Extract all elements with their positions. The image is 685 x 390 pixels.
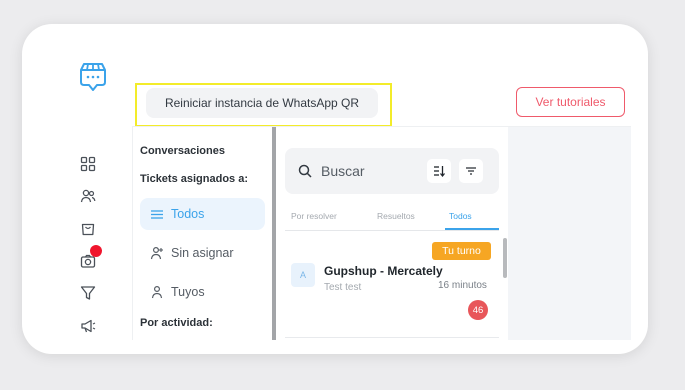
mercately-logo-icon[interactable] <box>78 62 108 92</box>
nav-item-sin-asignar[interactable]: Sin asignar <box>140 237 265 269</box>
tab-resueltos[interactable]: Resueltos <box>377 211 415 221</box>
app-card: Reiniciar instancia de WhatsApp QR Ver t… <box>22 24 648 354</box>
activity-heading: Por actividad: <box>140 317 213 329</box>
nav-item-todos[interactable]: Todos <box>140 198 265 230</box>
filter-button[interactable] <box>459 159 483 183</box>
list-icon <box>151 210 163 219</box>
active-tab-indicator <box>445 228 499 230</box>
conversation-name: Gupshup - Mercately <box>324 264 443 278</box>
sort-button[interactable] <box>427 159 451 183</box>
your-turn-badge: Tu turno <box>432 242 491 260</box>
conversation-time: 16 minutos <box>438 280 487 291</box>
tickets-assigned-heading: Tickets asignados a: <box>140 173 249 185</box>
chat-detail-panel <box>508 127 631 340</box>
search-bar <box>285 148 499 194</box>
tab-todos[interactable]: Todos <box>449 211 472 221</box>
ticket-tabs: Por resolver Resueltos Todos <box>285 209 499 231</box>
tickets-nav-panel: Conversaciones Tickets asignados a: Todo… <box>132 127 273 340</box>
avatar: A <box>291 263 315 287</box>
view-tutorials-button[interactable]: Ver tutoriales <box>516 87 625 117</box>
nav-item-label: Todos <box>171 207 205 221</box>
scrollbar[interactable] <box>503 238 507 278</box>
tab-por-resolver[interactable]: Por resolver <box>291 211 337 221</box>
highlight-box <box>135 83 392 127</box>
nav-item-tuyos[interactable]: Tuyos <box>140 276 265 308</box>
conversations-heading: Conversaciones <box>140 145 225 157</box>
conversation-last-message: Test test <box>324 282 362 293</box>
nav-item-label: Sin asignar <box>171 246 234 260</box>
conversation-list-panel: Por resolver Resueltos Todos Tu turno A … <box>276 127 508 340</box>
user-plus-icon <box>150 246 163 260</box>
search-input[interactable] <box>321 160 421 182</box>
notification-dot <box>90 245 102 257</box>
filter-lines-icon <box>466 167 476 175</box>
sort-icon <box>434 166 445 177</box>
user-icon <box>151 285 163 299</box>
users-icon[interactable] <box>78 186 98 206</box>
unread-count-badge: 46 <box>468 300 488 320</box>
app-window: Reiniciar instancia de WhatsApp QR Ver t… <box>78 58 631 340</box>
dashboard-icon[interactable] <box>78 154 98 174</box>
megaphone-icon[interactable] <box>78 316 98 336</box>
filter-icon[interactable] <box>78 283 98 303</box>
nav-item-label: Tuyos <box>171 285 205 299</box>
shopping-bag-icon[interactable] <box>78 218 98 238</box>
search-icon <box>298 164 312 178</box>
camera-icon[interactable] <box>78 245 102 271</box>
list-divider <box>285 337 499 338</box>
